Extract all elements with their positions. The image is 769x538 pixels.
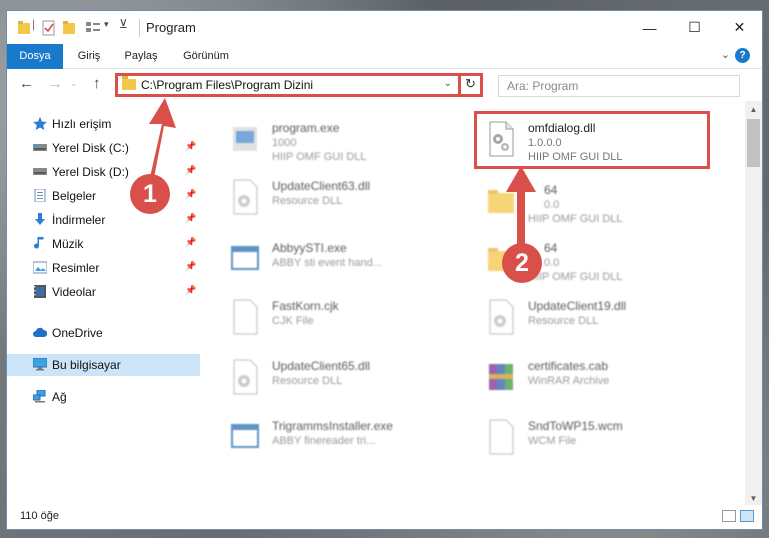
annotation-overlay	[148, 98, 536, 250]
step-badge-2: 2	[502, 243, 542, 283]
step-badge-1: 1	[130, 174, 170, 214]
arrow-2	[506, 166, 536, 250]
